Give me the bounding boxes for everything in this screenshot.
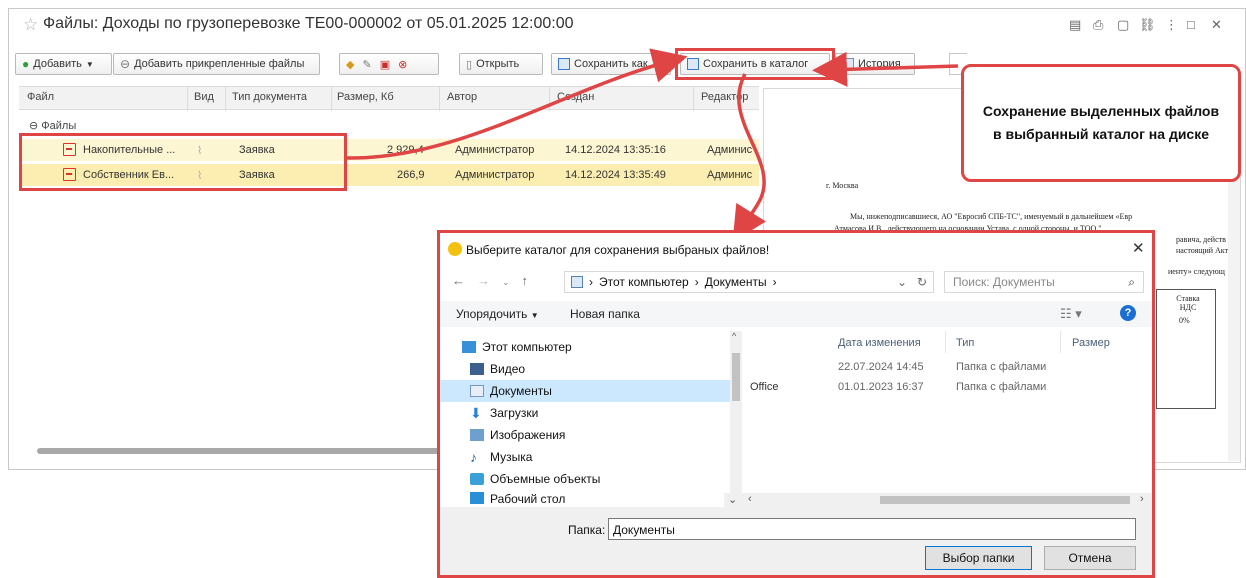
nav-label: Этот компьютер (482, 340, 572, 354)
computer-icon (462, 341, 476, 353)
nav-scrollbar[interactable]: ^ (730, 331, 742, 507)
dropdown-icon[interactable]: ⌄ (897, 275, 907, 289)
organize-label: Упорядочить (456, 307, 528, 321)
warning-icon (448, 242, 462, 256)
nav-label: Объемные объекты (490, 472, 601, 486)
list-item[interactable]: Office 01.01.2023 16:37 Папка с файлами (740, 381, 1140, 399)
collapse-chevron-icon[interactable]: ⌄ (728, 493, 737, 506)
nav-label: Загрузки (490, 406, 539, 420)
col-type[interactable]: Тип (956, 337, 974, 349)
navigation-pane: Этот компьютер Видео Документы ⬇ Загрузк… (440, 331, 740, 507)
back-arrow-icon[interactable]: ← (452, 273, 465, 291)
close-icon[interactable]: ✕ (1132, 239, 1145, 257)
video-icon (470, 363, 484, 375)
nav-item-music[interactable]: ♪ Музыка (470, 446, 532, 468)
chevron-right-icon: › (589, 275, 593, 289)
nav-item-desktop[interactable]: Рабочий стол (470, 492, 565, 506)
search-icon: ⌕ (1128, 274, 1135, 289)
select-folder-button[interactable]: Выбор папки (925, 546, 1032, 570)
file-date: 22.07.2024 14:45 (838, 361, 924, 373)
recent-chevron-icon[interactable]: ⌄ (502, 273, 510, 291)
download-arrow-icon: ⬇ (470, 404, 482, 421)
view-options-icon[interactable]: ☷ ▾ (1060, 306, 1082, 322)
organize-button[interactable]: Упорядочить ▼ (456, 307, 539, 321)
help-icon[interactable]: ? (1120, 305, 1136, 321)
col-size[interactable]: Размер (1072, 337, 1110, 349)
scroll-up-icon[interactable]: ^ (732, 331, 736, 341)
up-arrow-icon[interactable]: ↑ (522, 273, 529, 291)
nav-item-downloads[interactable]: ⬇ Загрузки (470, 402, 538, 424)
forward-arrow-icon[interactable]: → (477, 273, 490, 291)
scroll-right-icon[interactable]: › (1140, 493, 1144, 505)
file-type: Папка с файлами (956, 381, 1047, 393)
chevron-down-icon: ▼ (530, 311, 539, 320)
nav-item-images[interactable]: Изображения (470, 424, 565, 446)
select-folder-dialog: Выберите каталог для сохранения выбраных… (437, 230, 1155, 578)
scroll-left-icon[interactable]: ‹ (748, 493, 752, 505)
chevron-right-icon: › (694, 275, 699, 289)
scroll-thumb[interactable] (732, 353, 740, 401)
address-bar[interactable]: › Этот компьютер › Документы › ⌄ ↻ (564, 271, 934, 293)
documents-icon (571, 276, 583, 288)
folder-input[interactable]: Документы (608, 518, 1136, 540)
nav-buttons: ← → ⌄ ↑ (452, 273, 528, 291)
desktop-icon (470, 492, 484, 504)
file-type: Папка с файлами (956, 361, 1047, 373)
dialog-command-bar: Упорядочить ▼ Новая папка ☷ ▾ ? (440, 301, 1152, 327)
nav-label: Документы (490, 384, 552, 398)
address-folder[interactable]: Документы (705, 275, 767, 289)
nav-item-this-pc[interactable]: Этот компьютер (462, 336, 572, 358)
nav-label: Изображения (490, 428, 566, 442)
cancel-label: Отмена (1068, 551, 1112, 565)
nav-item-3d-objects[interactable]: Объемные объекты (470, 468, 600, 490)
nav-label: Музыка (490, 450, 533, 464)
folder-input-value: Документы (613, 523, 675, 537)
list-item[interactable]: 22.07.2024 14:45 Папка с файлами (740, 361, 1140, 379)
nav-label: Рабочий стол (490, 492, 566, 506)
new-folder-button[interactable]: Новая папка (570, 307, 640, 321)
chevron-right-icon: › (772, 275, 777, 289)
nav-item-video[interactable]: Видео (470, 358, 525, 380)
search-placeholder: Поиск: Документы (953, 275, 1055, 289)
select-folder-label: Выбор папки (942, 551, 1015, 565)
search-input[interactable]: Поиск: Документы ⌕ (944, 271, 1144, 293)
folder-label: Папка: (568, 523, 606, 537)
refresh-icon[interactable]: ↻ (917, 275, 927, 289)
scroll-thumb[interactable] (880, 496, 1130, 504)
images-icon (470, 429, 484, 441)
cube-icon (470, 473, 484, 485)
address-root[interactable]: Этот компьютер (599, 275, 689, 289)
cancel-button[interactable]: Отмена (1044, 546, 1136, 570)
nav-item-documents[interactable]: Документы (470, 380, 552, 402)
dialog-title: Выберите каталог для сохранения выбраных… (466, 243, 770, 257)
col-date-modified[interactable]: Дата изменения (838, 337, 921, 349)
file-date: 01.01.2023 16:37 (838, 381, 924, 393)
file-name: Office (750, 381, 779, 393)
documents-icon (470, 385, 484, 397)
nav-label: Видео (490, 362, 526, 376)
music-note-icon: ♪ (470, 449, 477, 465)
list-horizontal-scrollbar[interactable]: ⌄ ‹ › (724, 493, 1152, 507)
